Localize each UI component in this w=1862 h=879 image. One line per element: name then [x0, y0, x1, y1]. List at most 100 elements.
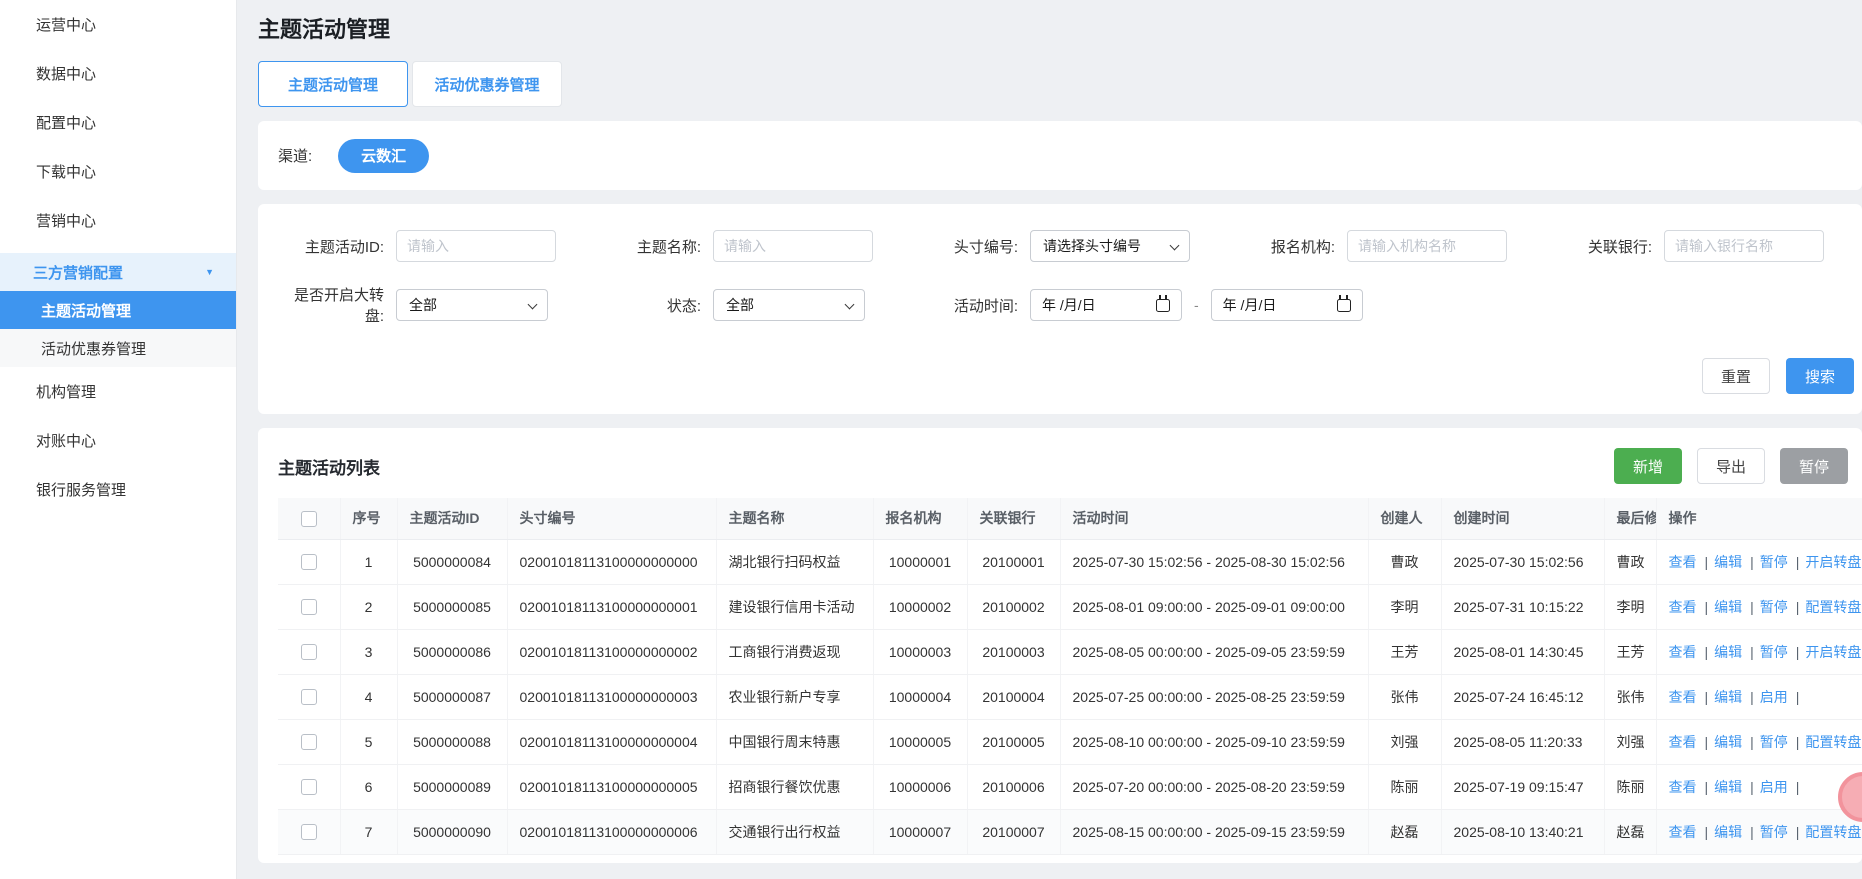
sidebar-item-data-center[interactable]: 数据中心: [0, 49, 236, 98]
sidebar-item-institution-mgmt[interactable]: 机构管理: [0, 367, 236, 416]
row-checkbox[interactable]: [300, 554, 317, 571]
tab-activity-coupon-mgmt[interactable]: 活动优惠券管理: [412, 61, 562, 107]
cell-seq: 6: [340, 764, 398, 810]
action-view-link[interactable]: 查看: [1669, 644, 1697, 660]
action-pause-enable-link[interactable]: 启用: [1760, 689, 1788, 705]
cell-seq: 7: [340, 809, 398, 855]
action-wheel-link[interactable]: 配置转盘: [1805, 734, 1861, 750]
sidebar-item-operations-center[interactable]: 运营中心: [0, 0, 236, 49]
start-date-input[interactable]: 年 /月/日: [1030, 289, 1182, 321]
cell-created: 2025-07-24 16:45:12: [1441, 674, 1605, 720]
row-checkbox-cell: [278, 809, 341, 855]
select-all-checkbox[interactable]: [300, 510, 317, 527]
cell-name: 建设银行信用卡活动: [716, 584, 874, 630]
column-header: 头寸编号: [507, 498, 717, 540]
row-checkbox[interactable]: [300, 824, 317, 841]
action-pause-enable-link[interactable]: 暂停: [1760, 599, 1788, 615]
channel-chip-yunshuhui[interactable]: 云数汇: [338, 138, 430, 173]
search-button[interactable]: 搜索: [1785, 358, 1854, 394]
main-content: 主题活动管理 主题活动管理 活动优惠券管理 渠道: 云数汇 主题活动ID: 主题…: [237, 0, 1862, 879]
cell-position_no: 02001018113100000000006: [507, 809, 717, 855]
action-view-link[interactable]: 查看: [1669, 554, 1697, 570]
sidebar-item-label: 银行服务管理: [36, 482, 127, 499]
action-edit-link[interactable]: 编辑: [1714, 824, 1742, 840]
cell-modifier: 赵磊: [1604, 809, 1657, 855]
row-checkbox[interactable]: [300, 734, 317, 751]
date-placeholder: 年 /月/日: [1042, 297, 1096, 313]
position-no-select[interactable]: 请选择头寸编号: [1030, 230, 1190, 262]
sidebar-item-config-center[interactable]: 配置中心: [0, 98, 236, 147]
row-checkbox[interactable]: [300, 599, 317, 616]
action-pause-enable-link[interactable]: 启用: [1760, 779, 1788, 795]
tab-theme-activity-mgmt[interactable]: 主题活动管理: [258, 61, 408, 107]
action-wheel-link[interactable]: 开启转盘: [1805, 554, 1861, 570]
row-checkbox[interactable]: [300, 689, 317, 706]
action-wheel-link[interactable]: 开启转盘: [1805, 644, 1861, 660]
pause-button[interactable]: 暂停: [1779, 448, 1848, 484]
end-date-input[interactable]: 年 /月/日: [1210, 289, 1363, 321]
action-edit-link[interactable]: 编辑: [1714, 689, 1742, 705]
action-separator: |: [1750, 598, 1754, 615]
sidebar-group-thirdparty-marketing[interactable]: 三方营销配置 ▼: [0, 253, 236, 291]
row-checkbox[interactable]: [300, 779, 317, 796]
cell-creator: 王芳: [1368, 629, 1442, 675]
sidebar-item-download-center[interactable]: 下载中心: [0, 147, 236, 196]
action-edit-link[interactable]: 编辑: [1714, 644, 1742, 660]
sidebar-item-label: 数据中心: [36, 66, 97, 83]
action-view-link[interactable]: 查看: [1669, 734, 1697, 750]
field-label: 关联银行:: [1587, 238, 1652, 256]
sidebar-subitem-activity-coupon[interactable]: 活动优惠券管理: [0, 329, 236, 367]
cell-activity_id: 5000000086: [397, 629, 508, 675]
activity-id-input[interactable]: [396, 230, 556, 262]
action-edit-link[interactable]: 编辑: [1714, 599, 1742, 615]
bank-input[interactable]: [1664, 230, 1824, 262]
action-edit-link[interactable]: 编辑: [1714, 779, 1742, 795]
row-checkbox[interactable]: [300, 644, 317, 661]
cell-time: 2025-08-05 00:00:00 - 2025-09-05 23:59:5…: [1060, 629, 1369, 675]
column-header: 主题活动ID: [397, 498, 508, 540]
theme-name-input[interactable]: [713, 230, 873, 262]
org-input[interactable]: [1347, 230, 1507, 262]
action-pause-enable-link[interactable]: 暂停: [1760, 644, 1788, 660]
field-label: 报名机构:: [1270, 238, 1335, 256]
action-separator: |: [1704, 688, 1709, 705]
sidebar-item-marketing-center[interactable]: 营销中心: [0, 196, 236, 245]
action-edit-link[interactable]: 编辑: [1714, 734, 1742, 750]
action-pause-enable-link[interactable]: 暂停: [1760, 554, 1788, 570]
sidebar-item-reconciliation-center[interactable]: 对账中心: [0, 416, 236, 465]
action-pause-enable-link[interactable]: 暂停: [1760, 824, 1788, 840]
sidebar-subitem-theme-activity[interactable]: 主题活动管理: [0, 291, 236, 329]
cell-name: 交通银行出行权益: [716, 809, 874, 855]
channel-label: 渠道:: [278, 148, 313, 165]
action-edit-link[interactable]: 编辑: [1714, 554, 1742, 570]
action-view-link[interactable]: 查看: [1669, 599, 1697, 615]
cell-created: 2025-08-05 11:20:33: [1441, 719, 1605, 765]
action-pause-enable-link[interactable]: 暂停: [1760, 734, 1788, 750]
action-wheel-link[interactable]: 配置转盘: [1805, 824, 1861, 840]
field-label: 头寸编号:: [953, 238, 1018, 256]
cell-bank: 20100002: [967, 584, 1061, 630]
cell-org: 10000003: [873, 629, 968, 675]
calendar-icon: [1336, 295, 1351, 312]
sidebar-item-bank-service-mgmt[interactable]: 银行服务管理: [0, 465, 236, 514]
reset-button[interactable]: 重置: [1701, 358, 1770, 394]
cell-modifier: 陈丽: [1604, 764, 1657, 810]
cell-activity_id: 5000000085: [397, 584, 508, 630]
action-separator: |: [1795, 733, 1800, 750]
filter-actions: 重置 搜索: [278, 358, 1854, 394]
action-view-link[interactable]: 查看: [1669, 689, 1697, 705]
cell-bank: 20100004: [967, 674, 1061, 720]
sidebar-item-label: 运营中心: [36, 17, 97, 34]
action-wheel-link[interactable]: 配置转盘: [1805, 599, 1861, 615]
cell-activity_id: 5000000087: [397, 674, 508, 720]
field-label: 活动时间:: [953, 297, 1018, 315]
action-separator: |: [1704, 598, 1709, 615]
action-view-link[interactable]: 查看: [1669, 779, 1697, 795]
filter-field-activity-id: 主题活动ID:: [278, 230, 595, 262]
chevron-down-icon: [844, 299, 855, 310]
wheel-select[interactable]: 全部: [396, 289, 548, 321]
export-button[interactable]: 导出: [1696, 448, 1765, 484]
action-view-link[interactable]: 查看: [1669, 824, 1697, 840]
status-select[interactable]: 全部: [713, 289, 865, 321]
add-button[interactable]: 新增: [1613, 448, 1682, 484]
